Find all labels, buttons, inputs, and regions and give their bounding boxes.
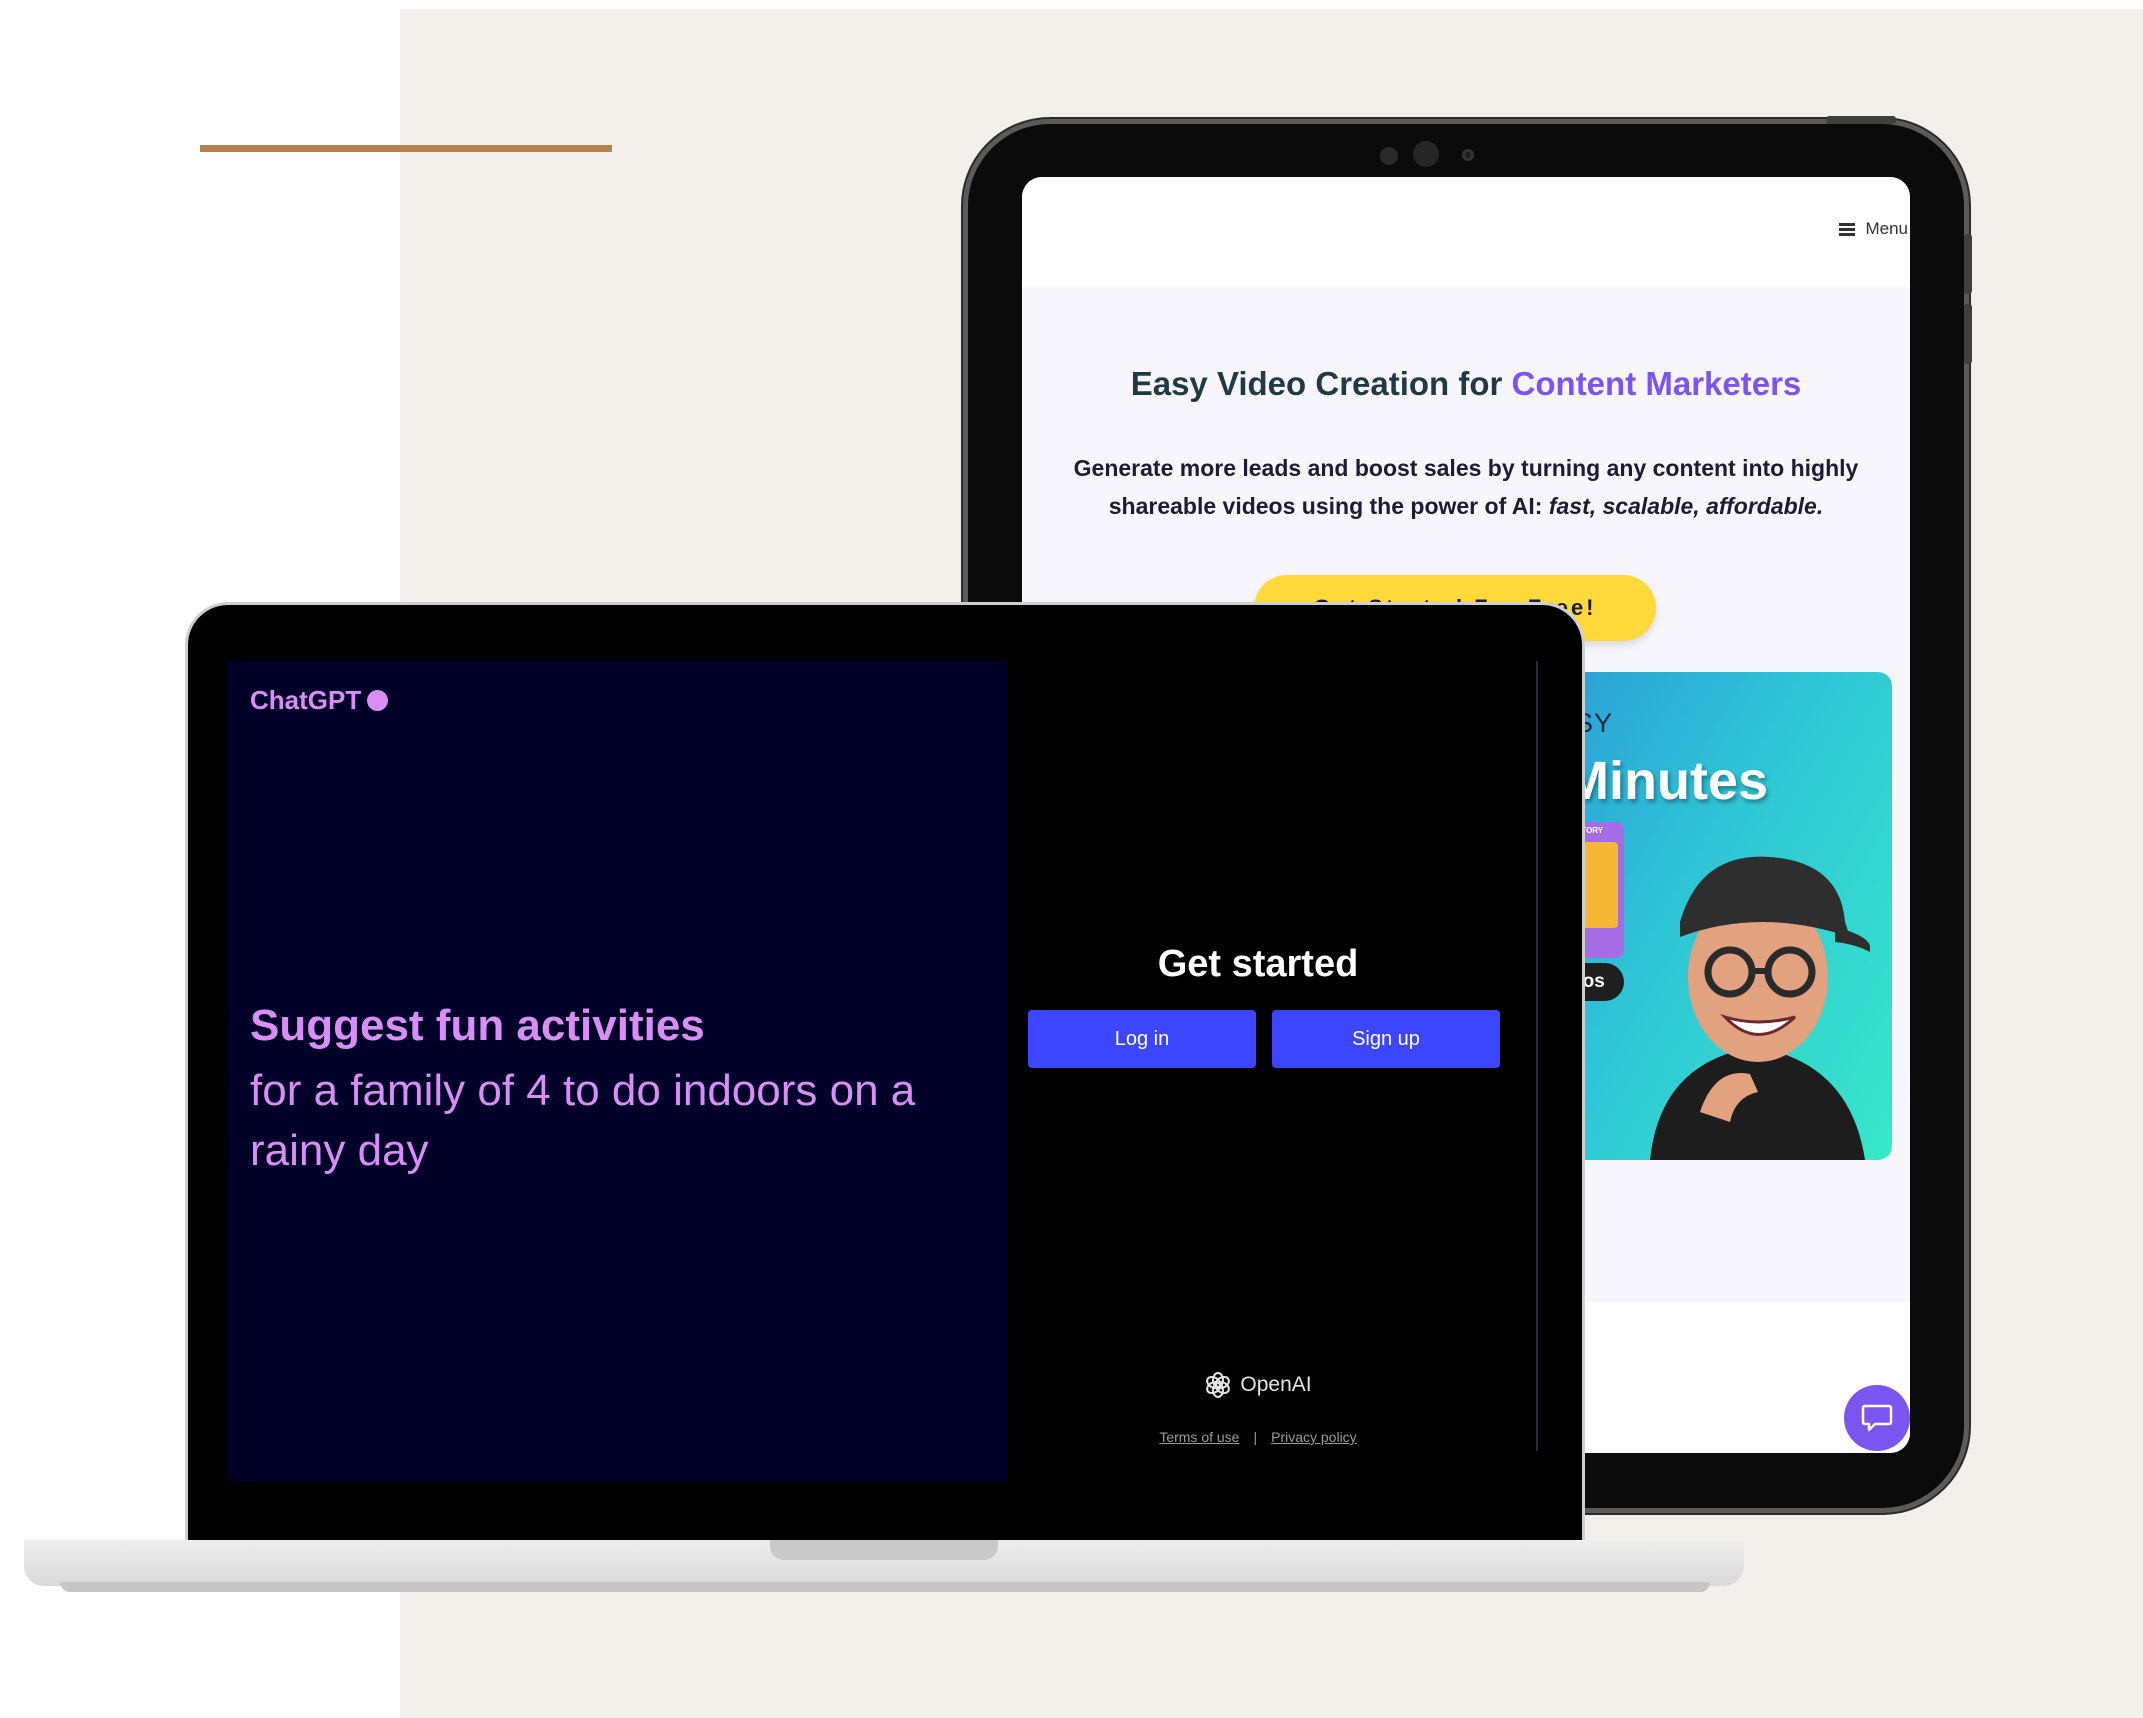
legal-separator: | bbox=[1253, 1429, 1258, 1445]
chat-widget-button[interactable] bbox=[1844, 1385, 1910, 1451]
hero-headline: Easy Video Creation for Content Marketer… bbox=[1022, 365, 1910, 403]
hero-subtitle: Generate more leads and boost sales by t… bbox=[1032, 449, 1900, 525]
hero-video-thumbnail[interactable]: ASY Minutes PICTORY ideos bbox=[1550, 672, 1892, 1160]
tablet-volume-down-button bbox=[1964, 304, 1972, 364]
presenter-illustration bbox=[1650, 856, 1870, 1160]
tablet-navbar: Menu bbox=[1022, 177, 1910, 287]
openai-icon bbox=[1206, 1372, 1231, 1398]
headline-main: Easy Video Creation for bbox=[1130, 365, 1512, 402]
laptop-opening-notch bbox=[770, 1540, 998, 1560]
get-started-heading: Get started bbox=[1157, 943, 1359, 985]
login-button[interactable]: Log in bbox=[1028, 1010, 1256, 1068]
scrollbar-track[interactable] bbox=[1536, 661, 1538, 1451]
openai-logo: OpenAI bbox=[1008, 1371, 1508, 1399]
privacy-policy-link[interactable]: Privacy policy bbox=[1271, 1429, 1357, 1445]
auth-pane: Get started Log in Sign up OpenAI Terms … bbox=[1008, 661, 1542, 1481]
headline-highlight: Content Marketers bbox=[1511, 365, 1802, 402]
tablet-power-button bbox=[1826, 116, 1896, 124]
prompt-showcase-pane: ChatGPT Suggest fun activities for a fam… bbox=[228, 661, 1008, 1481]
brand-name: ChatGPT bbox=[250, 685, 362, 715]
brand-dot-icon bbox=[367, 690, 389, 711]
laptop-foot bbox=[60, 1582, 1710, 1592]
chatgpt-logo: ChatGPT bbox=[250, 685, 389, 716]
hero-text-minutes: Minutes bbox=[1564, 751, 1769, 811]
signup-button[interactable]: Sign up bbox=[1272, 1010, 1500, 1068]
laptop-device: ChatGPT Suggest fun activities for a fam… bbox=[188, 605, 1582, 1549]
menu-label: Menu bbox=[1865, 219, 1908, 238]
tablet-camera-icon bbox=[1413, 141, 1439, 167]
legal-links: Terms of use | Privacy policy bbox=[1008, 1429, 1508, 1445]
terms-of-use-link[interactable]: Terms of use bbox=[1159, 1429, 1239, 1445]
chat-bubble-icon bbox=[1861, 1404, 1893, 1432]
tablet-volume-up-button bbox=[1964, 234, 1972, 294]
subtitle-italic: fast, scalable, affordable. bbox=[1548, 493, 1824, 519]
prompt-heading: Suggest fun activities bbox=[250, 1001, 705, 1050]
tablet-camera-lens bbox=[1462, 149, 1474, 161]
openai-label: OpenAI bbox=[1240, 1373, 1312, 1396]
prompt-continuation: for a family of 4 to do indoors on a rai… bbox=[250, 1066, 916, 1175]
decorative-accent-line bbox=[200, 145, 612, 152]
laptop-screen: ChatGPT Suggest fun activities for a fam… bbox=[228, 661, 1542, 1481]
menu-button[interactable]: Menu bbox=[1839, 219, 1908, 239]
hamburger-icon bbox=[1839, 223, 1856, 236]
tablet-sensor bbox=[1380, 147, 1398, 165]
